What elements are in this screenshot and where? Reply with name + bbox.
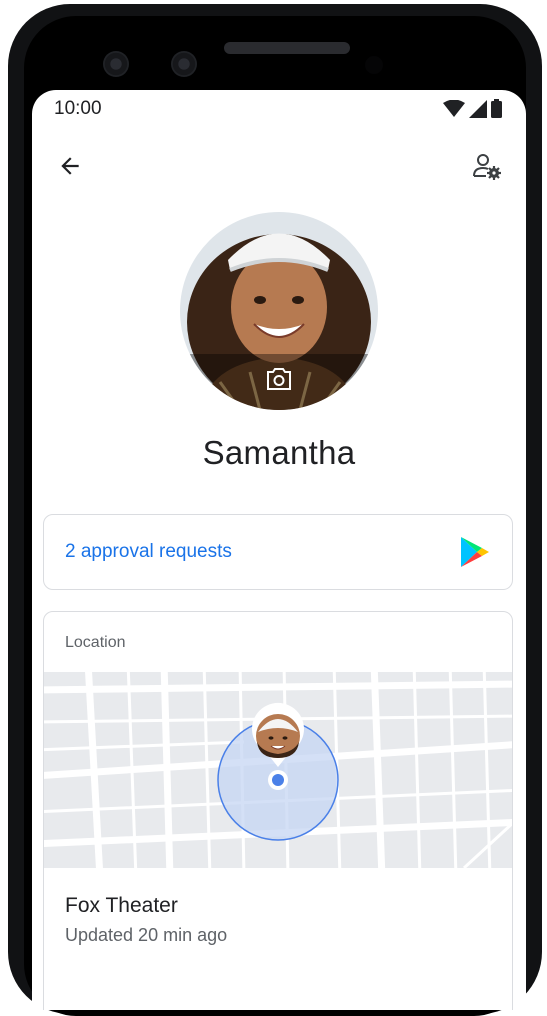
arrow-back-icon (61, 157, 79, 175)
profile-avatar[interactable] (180, 212, 378, 410)
place-name: Fox Theater (65, 894, 178, 917)
approval-requests-card[interactable]: 2 approval requests (43, 514, 513, 590)
back-button[interactable] (54, 150, 86, 182)
location-section-label: Location (65, 634, 126, 651)
signal-icon (469, 99, 487, 118)
camera-icon (267, 368, 291, 390)
status-icons (443, 99, 502, 118)
profile-settings-button[interactable] (470, 150, 504, 184)
location-card: Location Fox Theater Updated 20 min ago (43, 611, 513, 1010)
google-play-icon (461, 537, 489, 567)
approval-requests-link[interactable]: 2 approval requests (65, 541, 232, 563)
proximity-sensor (365, 56, 383, 74)
last-updated-time: Updated 20 min ago (65, 925, 228, 945)
map-streets (44, 672, 512, 868)
battery-icon (491, 99, 502, 118)
wifi-icon (443, 99, 465, 117)
person-settings-icon (473, 154, 501, 180)
change-photo-overlay[interactable] (180, 354, 378, 410)
front-camera-right (171, 51, 197, 77)
app-screen: 10:00 Samantha 2 approval requests Locat… (32, 90, 526, 1010)
profile-name: Samantha (202, 434, 356, 471)
earpiece-speaker (224, 42, 350, 54)
location-map[interactable] (44, 672, 512, 868)
front-camera-left (103, 51, 129, 77)
status-time: 10:00 (54, 98, 102, 119)
